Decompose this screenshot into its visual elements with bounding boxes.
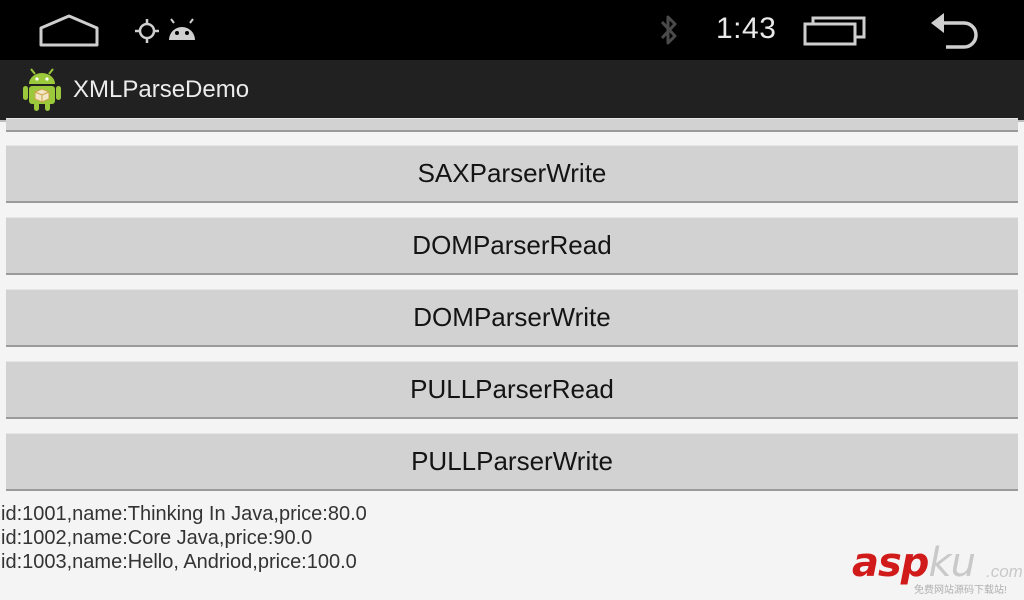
- dom-parser-read-button[interactable]: DOMParserRead: [6, 217, 1018, 275]
- output-line: id:1003,name:Hello, Andriod,price:100.0: [1, 551, 357, 573]
- sax-parser-write-button[interactable]: SAXParserWrite: [6, 145, 1018, 203]
- watermark-domain: .com: [986, 562, 1023, 581]
- back-icon[interactable]: [928, 12, 984, 55]
- android-app-icon[interactable]: [22, 68, 62, 117]
- watermark-logo: aspku .com 免费网站源码下载站!: [852, 540, 1023, 598]
- recents-icon[interactable]: [802, 14, 868, 53]
- watermark-tagline: 免费网站源码下载站!: [914, 585, 1007, 596]
- watermark-brand-b: ku: [928, 540, 976, 586]
- home-icon[interactable]: [38, 14, 100, 53]
- bluetooth-icon: [656, 12, 682, 53]
- system-bar: 1:43: [0, 0, 1024, 60]
- dom-parser-write-button[interactable]: DOMParserWrite: [6, 289, 1018, 347]
- scrolled-button-partial[interactable]: [6, 118, 1018, 132]
- gps-icon: [134, 18, 160, 49]
- output-line: id:1001,name:Thinking In Java,price:80.0: [1, 503, 367, 525]
- pull-parser-read-button[interactable]: PULLParserRead: [6, 361, 1018, 419]
- clock: 1:43: [716, 12, 777, 45]
- output-line: id:1002,name:Core Java,price:90.0: [1, 527, 313, 549]
- android-debug-icon: [166, 18, 198, 47]
- pull-parser-write-button[interactable]: PULLParserWrite: [6, 433, 1018, 491]
- output-text: id:1001,name:Thinking In Java,price:80.0…: [1, 502, 367, 574]
- watermark-brand-a: asp: [852, 540, 929, 586]
- app-title: XMLParseDemo: [73, 76, 250, 103]
